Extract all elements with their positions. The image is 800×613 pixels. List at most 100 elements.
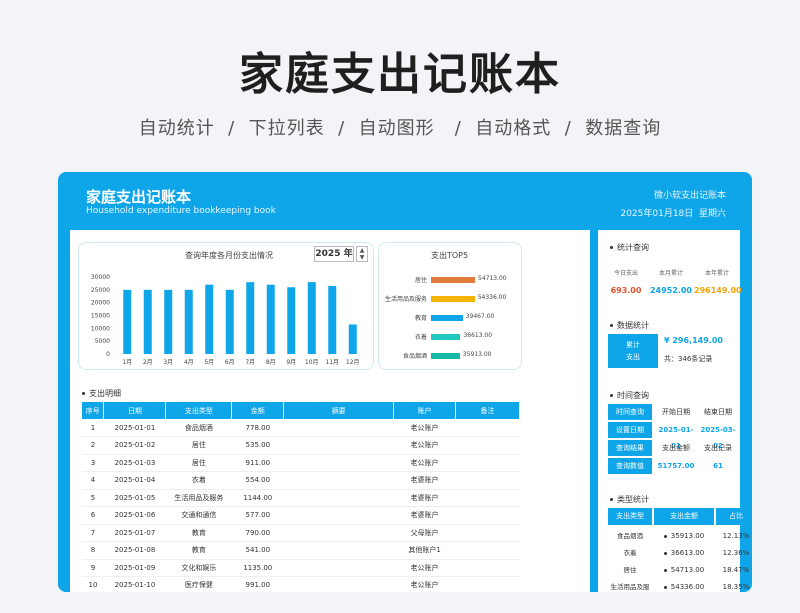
table-row[interactable]: 4 2025-01-04 衣着 554.00 老婆账户 bbox=[82, 471, 520, 490]
table-cell[interactable] bbox=[283, 436, 394, 455]
table-cell[interactable] bbox=[283, 454, 394, 472]
table-cell[interactable]: 9 bbox=[82, 559, 104, 577]
table-cell[interactable]: 2025-01-07 bbox=[103, 524, 166, 542]
table-row[interactable]: 2 2025-01-02 居住 535.00 老公账户 bbox=[82, 436, 520, 455]
table-cell[interactable]: 2 bbox=[82, 436, 104, 455]
table-row[interactable]: 1 2025-01-01 食品烟酒 778.00 老公账户 bbox=[82, 419, 520, 437]
table-cell[interactable] bbox=[455, 576, 520, 592]
column-header[interactable]: 金额 bbox=[231, 402, 285, 419]
table-cell[interactable]: 5 bbox=[82, 489, 104, 507]
table-cell[interactable]: 2025-01-09 bbox=[103, 559, 166, 577]
y-tick-label: 15000 bbox=[91, 313, 110, 320]
column-header[interactable]: 序号 bbox=[82, 402, 105, 419]
table-cell[interactable]: 老公账户 bbox=[393, 559, 456, 577]
column-header[interactable]: 摘要 bbox=[283, 402, 395, 419]
table-cell[interactable]: 2025-01-10 bbox=[103, 576, 166, 592]
table-row[interactable]: 8 2025-01-08 教育 541.00 其他账户1 bbox=[82, 541, 520, 560]
table-cell[interactable] bbox=[455, 419, 520, 437]
table-cell[interactable]: 911.00 bbox=[231, 454, 284, 472]
table-cell[interactable]: 老婆账户 bbox=[393, 489, 456, 507]
table-cell[interactable]: 6 bbox=[82, 506, 104, 525]
x-tick-label: 1月 bbox=[122, 359, 132, 366]
table-cell[interactable]: 778.00 bbox=[231, 419, 284, 437]
table-cell[interactable] bbox=[455, 436, 520, 455]
table-row[interactable]: 6 2025-01-06 交通和通信 577.00 老婆账户 bbox=[82, 506, 520, 525]
table-cell[interactable]: 其他账户1 bbox=[393, 541, 456, 560]
table-cell[interactable] bbox=[283, 541, 394, 560]
table-cell[interactable]: 541.00 bbox=[231, 541, 284, 560]
table-cell[interactable]: 2025-01-08 bbox=[103, 541, 166, 560]
table-cell[interactable]: 10 bbox=[82, 576, 104, 592]
table-cell[interactable] bbox=[455, 489, 520, 507]
table-row[interactable]: 10 2025-01-10 医疗保健 991.00 老公账户 bbox=[82, 576, 520, 592]
table-row[interactable]: 9 2025-01-09 文化和娱乐 1135.00 老公账户 bbox=[82, 559, 520, 577]
table-cell[interactable]: 居住 bbox=[165, 436, 232, 455]
table-cell[interactable]: 1 bbox=[82, 419, 104, 437]
table-cell[interactable]: 2025-01-04 bbox=[103, 471, 166, 490]
x-tick-label: 8月 bbox=[266, 359, 276, 366]
table-cell[interactable]: 老公账户 bbox=[393, 576, 456, 592]
table-cell[interactable] bbox=[455, 541, 520, 560]
table-cell[interactable]: 教育 bbox=[165, 524, 232, 542]
table-cell[interactable]: 居住 bbox=[165, 454, 232, 472]
table-cell[interactable]: 老婆账户 bbox=[393, 471, 456, 490]
column-header[interactable]: 支出类型 bbox=[165, 402, 233, 419]
table-row[interactable]: 7 2025-01-07 教育 790.00 父母账户 bbox=[82, 524, 520, 542]
table-cell[interactable]: 老婆账户 bbox=[393, 506, 456, 525]
table-cell[interactable]: 父母账户 bbox=[393, 524, 456, 542]
table-cell[interactable]: 2025-01-02 bbox=[103, 436, 166, 455]
column-header[interactable]: 日期 bbox=[103, 402, 167, 419]
table-cell[interactable]: 991.00 bbox=[231, 576, 284, 592]
table-cell[interactable]: 2025-01-05 bbox=[103, 489, 166, 507]
table-cell[interactable]: 2025-01-03 bbox=[103, 454, 166, 472]
table-cell[interactable]: 老公账户 bbox=[393, 454, 456, 472]
table-cell[interactable]: 4 bbox=[82, 471, 104, 490]
table-cell[interactable]: 衣着 bbox=[165, 471, 232, 490]
table-cell[interactable] bbox=[283, 506, 394, 525]
table-cell[interactable]: 老公账户 bbox=[393, 436, 456, 455]
table-cell[interactable] bbox=[283, 419, 394, 437]
table-cell[interactable] bbox=[455, 454, 520, 472]
type-cell-text: 12.36% bbox=[722, 549, 750, 557]
table-cell[interactable] bbox=[455, 471, 520, 490]
table-cell[interactable] bbox=[283, 576, 394, 592]
table-cell[interactable] bbox=[283, 489, 394, 507]
table-cell[interactable] bbox=[283, 524, 394, 542]
table-cell[interactable] bbox=[455, 559, 520, 577]
table-cell[interactable]: 2025-01-01 bbox=[103, 419, 166, 437]
table-cell[interactable]: 食品烟酒 bbox=[165, 419, 232, 437]
table-cell[interactable]: 7 bbox=[82, 524, 104, 542]
table-cell[interactable]: 1144.00 bbox=[231, 489, 284, 507]
table-cell[interactable]: 教育 bbox=[165, 541, 232, 560]
table-cell[interactable]: 交通和通信 bbox=[165, 506, 232, 525]
table-cell[interactable] bbox=[455, 524, 520, 542]
table-cell[interactable]: 文化和娱乐 bbox=[165, 559, 232, 577]
time-query-cell[interactable]: 2025-01-01 bbox=[654, 422, 698, 450]
table-cell[interactable]: 8 bbox=[82, 541, 104, 560]
table-row[interactable]: 5 2025-01-05 生活用品及服务 1144.00 老婆账户 bbox=[82, 489, 520, 507]
table-cell[interactable]: 3 bbox=[82, 454, 104, 472]
column-header[interactable]: 账户 bbox=[393, 402, 457, 419]
table-cell[interactable]: 1135.00 bbox=[231, 559, 284, 577]
table-cell[interactable]: 554.00 bbox=[231, 471, 284, 490]
month-bar bbox=[164, 289, 173, 354]
table-row[interactable]: 3 2025-01-03 居住 911.00 老公账户 bbox=[82, 454, 520, 472]
table-cell[interactable] bbox=[455, 506, 520, 525]
time-query-cell[interactable]: 2025-03-02 bbox=[698, 422, 738, 450]
table-cell[interactable] bbox=[283, 559, 394, 577]
column-header[interactable]: 备注 bbox=[455, 402, 520, 419]
top5-value: 39467.00 bbox=[465, 313, 495, 320]
table-cell[interactable]: 老公账户 bbox=[393, 419, 456, 437]
table-cell[interactable]: 790.00 bbox=[231, 524, 284, 542]
hero-subtitle: 自动统计 / 下拉列表 / 自动图形 / 自动格式 / 数据查询 bbox=[138, 118, 662, 139]
table-cell[interactable]: 535.00 bbox=[231, 436, 284, 455]
x-tick-label: 12月 bbox=[346, 359, 360, 366]
bullet-icon bbox=[663, 551, 667, 555]
table-cell[interactable]: 2025-01-06 bbox=[103, 506, 166, 525]
table-cell[interactable]: 医疗保健 bbox=[165, 576, 232, 592]
y-tick-label: 30000 bbox=[91, 274, 110, 281]
x-tick-label: 2月 bbox=[143, 359, 153, 366]
table-cell[interactable]: 生活用品及服务 bbox=[165, 489, 232, 507]
table-cell[interactable]: 577.00 bbox=[231, 506, 284, 525]
table-cell[interactable] bbox=[283, 471, 394, 490]
